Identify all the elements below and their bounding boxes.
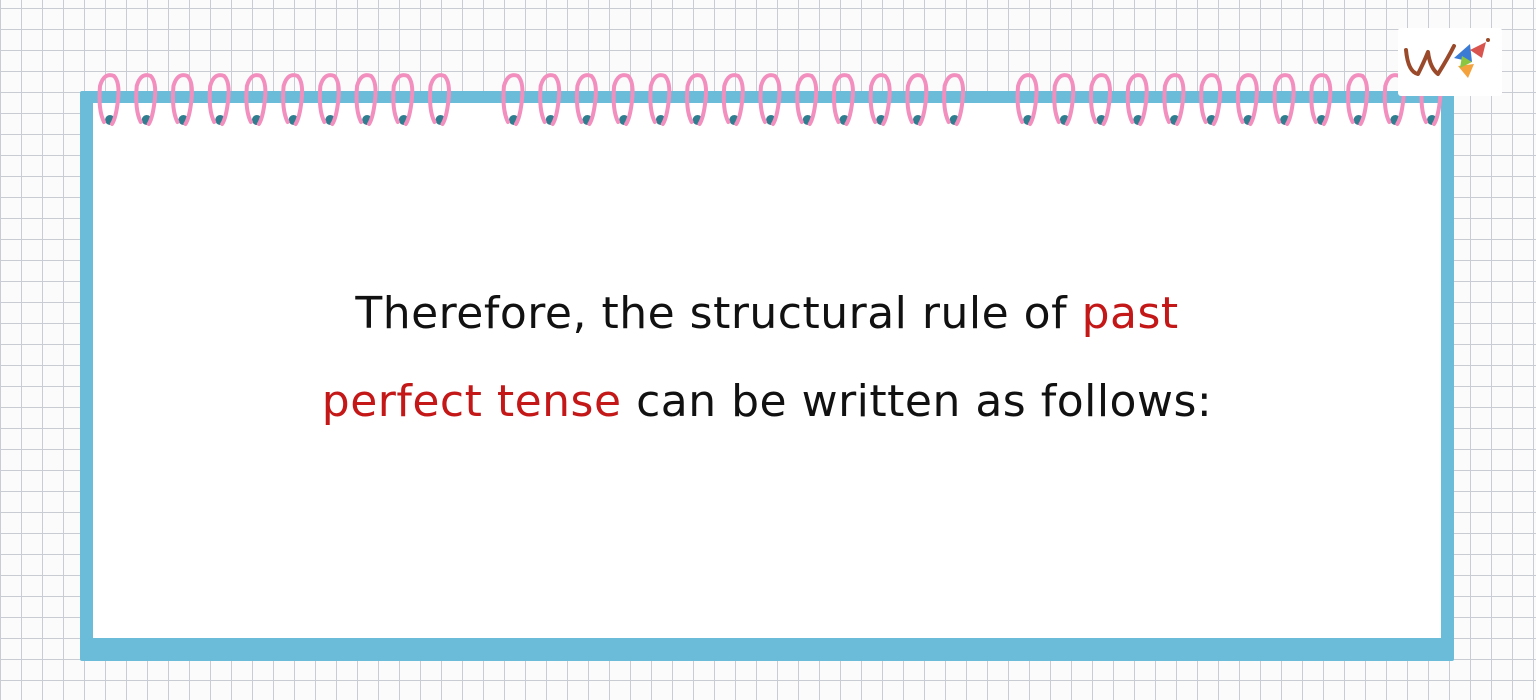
w-logo-icon xyxy=(1404,38,1490,78)
lesson-text: Therefore, the structural rule of past p… xyxy=(93,270,1441,446)
highlight-past: past xyxy=(1081,288,1179,339)
spiral-binding xyxy=(97,73,1443,126)
lesson-line-2: perfect tense can be written as follows: xyxy=(93,358,1441,446)
line2-text: can be written as follows: xyxy=(636,376,1213,427)
logo xyxy=(1398,28,1502,96)
lesson-line-1: Therefore, the structural rule of past xyxy=(93,270,1441,358)
line1-text: Therefore, the structural rule of xyxy=(355,288,1068,339)
highlight-perfect-tense: perfect tense xyxy=(321,376,622,427)
